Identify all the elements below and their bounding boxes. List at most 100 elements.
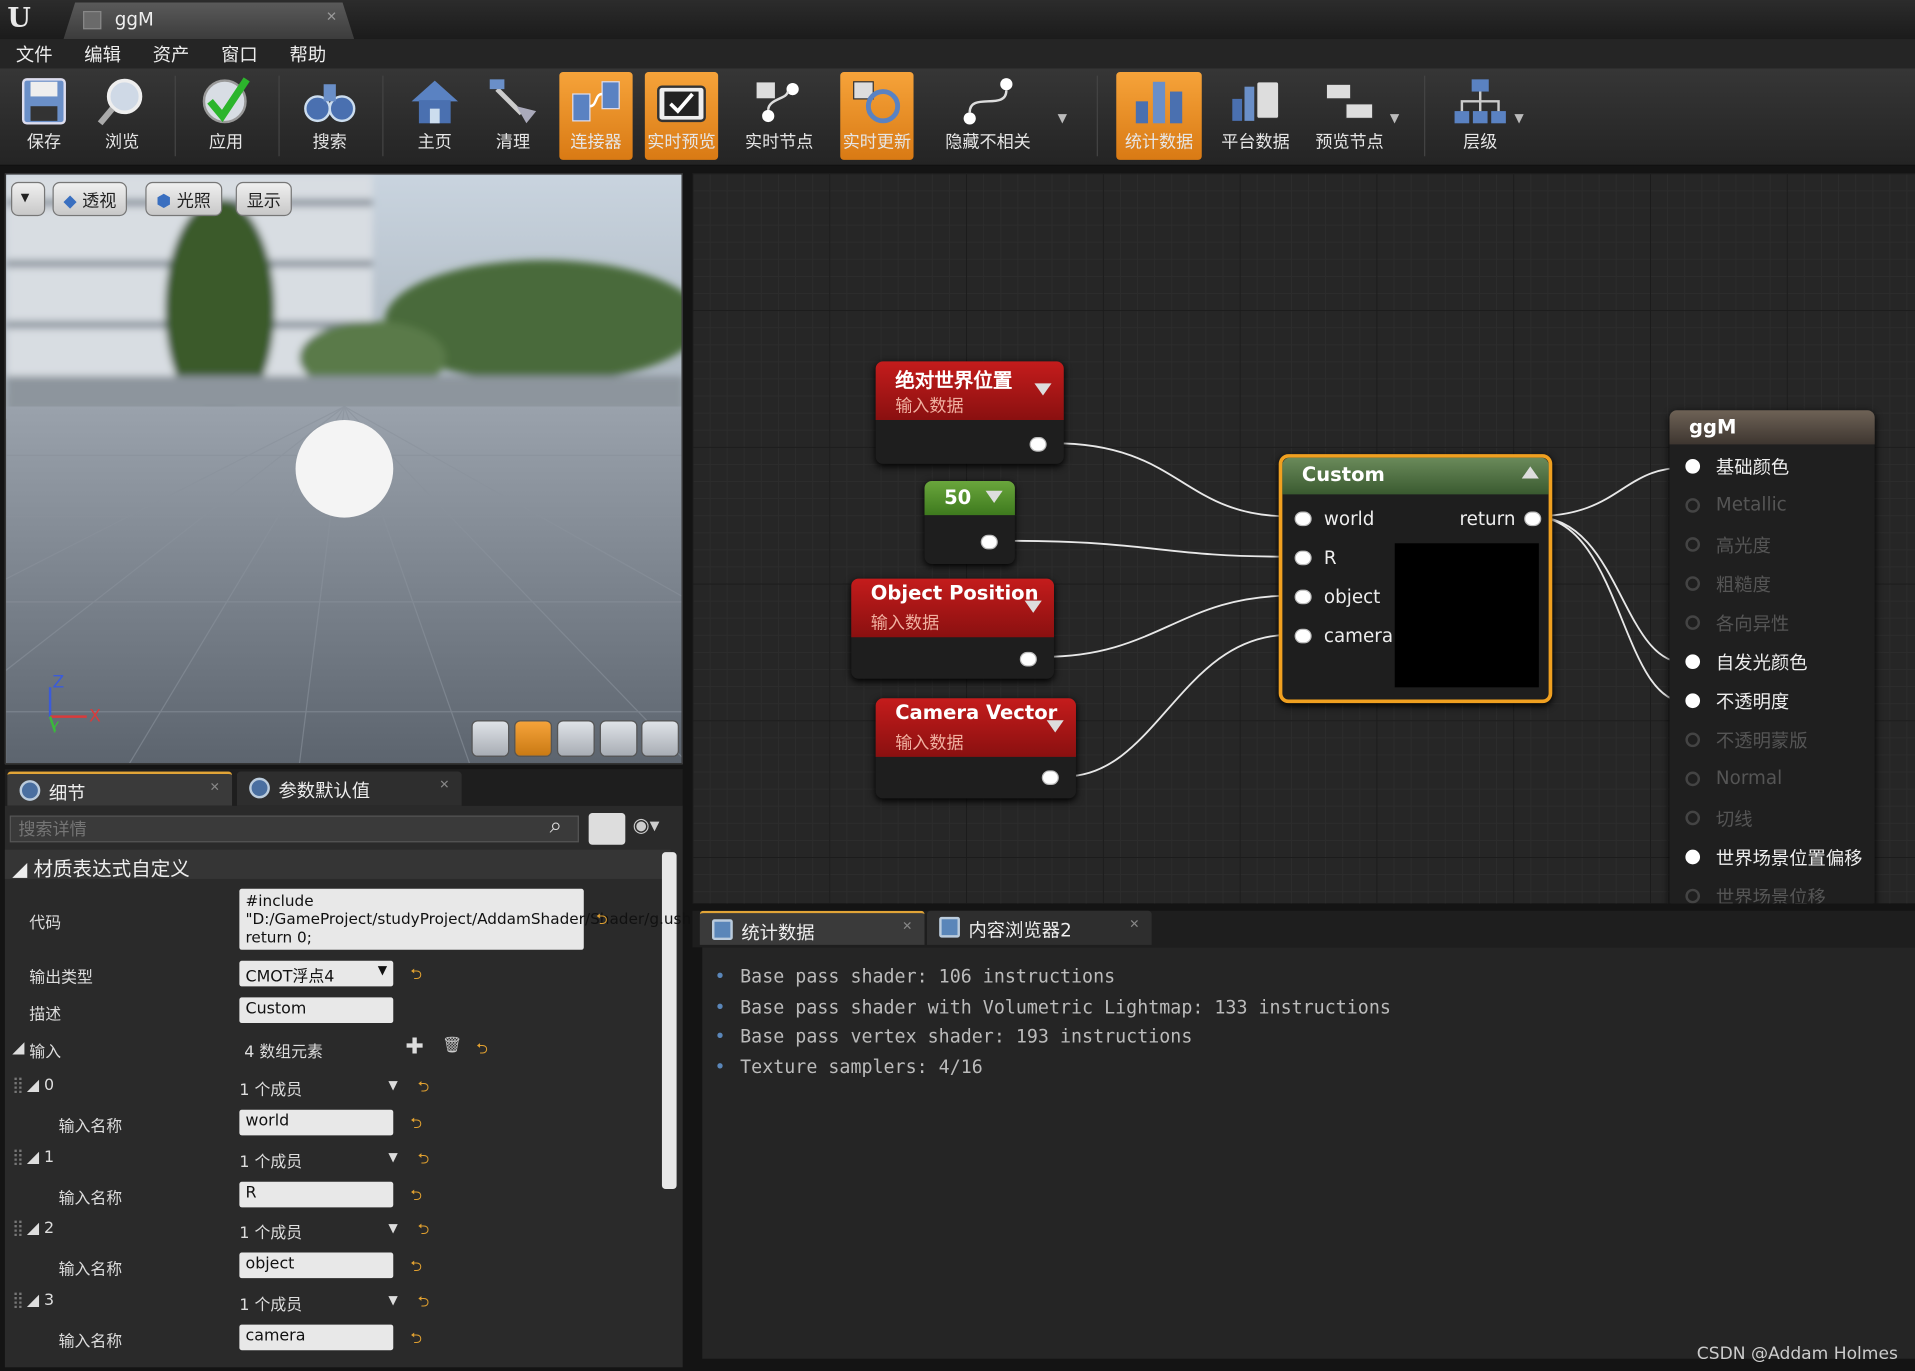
reset-icon[interactable]: ⮌ <box>410 1112 422 1138</box>
drag-handle-icon[interactable]: ⣿ <box>12 1077 24 1095</box>
reset-icon[interactable]: ⮌ <box>418 1290 430 1316</box>
reset-icon[interactable]: ⮌ <box>410 963 422 989</box>
chevron-down-icon[interactable]: ▼ <box>388 1079 397 1092</box>
material-graph[interactable]: 绝对世界位置 输入数据 50 Object Position 输入数据 Camera… <box>692 173 1915 904</box>
expand-arrow-icon[interactable] <box>1046 720 1064 733</box>
absolute-world-position-node[interactable]: 绝对世界位置 输入数据 <box>875 361 1064 464</box>
collapse-arrow-icon[interactable] <box>1521 466 1539 479</box>
result-input-pin[interactable] <box>1685 537 1701 552</box>
save-button[interactable]: 保存 <box>7 72 80 160</box>
viewport-options-button[interactable]: ▾ <box>10 181 46 217</box>
preview-node-button[interactable]: 预览节点 <box>1309 72 1390 160</box>
home-button[interactable]: 主页 <box>398 72 471 160</box>
result-input-pin[interactable] <box>1685 693 1701 709</box>
tab-content-browser[interactable]: 内容浏览器2 ✕ <box>926 910 1152 945</box>
reset-icon[interactable]: ⮌ <box>418 1148 430 1174</box>
input-name-field[interactable]: object <box>239 1252 394 1279</box>
result-input-pin[interactable] <box>1685 498 1701 513</box>
menu-help[interactable]: 帮助 <box>274 39 342 68</box>
menu-file[interactable]: 文件 <box>0 39 68 68</box>
perspective-button[interactable]: ◆ 透视 <box>52 181 128 217</box>
output-pin[interactable] <box>1019 651 1037 667</box>
tab-details[interactable]: 细节 ✕ <box>7 771 233 806</box>
platform-stats-button[interactable]: 平台数据 <box>1216 72 1294 160</box>
connectors-button[interactable]: 连接器 <box>559 72 633 160</box>
code-field[interactable]: #include "D:/GameProject/studyProject/Ad… <box>239 888 698 950</box>
input-pin-world[interactable] <box>1294 511 1312 527</box>
hide-unrelated-button[interactable]: 隐藏不相关 <box>940 72 1035 160</box>
custom-node[interactable]: Custom world R object camera return <box>1278 454 1553 704</box>
live-nodes-button[interactable]: 实时节点 <box>743 72 816 160</box>
output-type-select[interactable]: CMOT浮点4 ▼ <box>239 960 394 987</box>
cylinder-preview-icon[interactable] <box>471 720 510 757</box>
search-button[interactable]: 搜索 <box>293 72 366 160</box>
result-input-pin[interactable] <box>1685 810 1701 826</box>
input-name-field[interactable]: R <box>239 1181 394 1208</box>
stats-button[interactable]: 统计数据 <box>1116 72 1202 160</box>
close-icon[interactable]: ✕ <box>210 781 220 794</box>
apply-button[interactable]: 应用 <box>189 72 262 160</box>
input-pin-camera[interactable] <box>1294 628 1312 644</box>
output-pin[interactable] <box>1041 770 1059 785</box>
input-pin-r[interactable] <box>1294 550 1312 566</box>
drag-handle-icon[interactable]: ⣿ <box>12 1149 24 1167</box>
close-icon[interactable]: ✕ <box>1129 918 1139 931</box>
chevron-down-icon[interactable]: ▼ <box>1514 112 1523 125</box>
result-input-pin[interactable] <box>1685 576 1701 591</box>
cube-preview-icon[interactable] <box>599 720 638 757</box>
camera-vector-node[interactable]: Camera Vector 输入数据 <box>875 698 1076 799</box>
collapse-triangle-icon[interactable]: ◢ <box>27 1149 39 1167</box>
menu-window[interactable]: 窗口 <box>205 39 273 68</box>
output-pin-return[interactable] <box>1524 511 1542 527</box>
close-icon[interactable]: ✕ <box>326 9 337 25</box>
result-input-pin[interactable] <box>1685 888 1701 904</box>
input-name-field[interactable]: camera <box>239 1324 394 1351</box>
live-preview-button[interactable]: 实时预览 <box>644 72 719 160</box>
menu-asset[interactable]: 资产 <box>137 39 205 68</box>
chevron-down-icon[interactable]: ▼ <box>1058 112 1067 125</box>
chevron-down-icon[interactable]: ▼ <box>388 1294 397 1307</box>
document-tab[interactable]: ggM ✕ <box>63 2 355 40</box>
sphere-preview-icon[interactable] <box>514 720 553 757</box>
search-details-input[interactable] <box>9 815 579 843</box>
result-input-pin[interactable] <box>1685 654 1701 669</box>
add-element-icon[interactable]: ✚ <box>405 1034 423 1060</box>
reset-icon[interactable]: ⮌ <box>410 1184 422 1210</box>
reset-icon[interactable]: ⮌ <box>596 908 608 934</box>
reset-icon[interactable]: ⮌ <box>418 1076 430 1102</box>
result-node[interactable]: ggM 基础颜色 Metallic 高光度 粗糙度 各向异性 自发光颜色 不透明度 不透明蒙版… <box>1669 410 1875 904</box>
collapse-triangle-icon[interactable]: ◢ <box>27 1292 39 1310</box>
drag-handle-icon[interactable]: ⣿ <box>12 1292 24 1310</box>
close-icon[interactable]: ✕ <box>439 779 449 792</box>
close-icon[interactable]: ✕ <box>902 920 912 933</box>
result-input-pin[interactable] <box>1685 459 1701 474</box>
result-input-pin[interactable] <box>1685 849 1701 865</box>
reset-icon[interactable]: ⮌ <box>476 1038 488 1064</box>
lighting-button[interactable]: ⬢ 光照 <box>145 181 222 217</box>
preview-viewport[interactable]: Z X Y ▾ ◆ 透视 ⬢ 光照 显示 <box>4 173 683 765</box>
reset-icon[interactable]: ⮌ <box>418 1218 430 1244</box>
output-pin[interactable] <box>980 534 998 550</box>
collapse-triangle-icon[interactable]: ◢ <box>12 1039 24 1057</box>
output-pin[interactable] <box>1029 437 1047 452</box>
eye-icon[interactable]: ◉▾ <box>633 813 660 836</box>
description-field[interactable]: Custom <box>239 997 394 1024</box>
category-header[interactable]: ◢ 材质表达式自定义 <box>4 849 671 880</box>
browse-button[interactable]: 浏览 <box>85 72 158 160</box>
result-input-pin[interactable] <box>1685 615 1701 630</box>
reset-icon[interactable]: ⮌ <box>410 1255 422 1281</box>
hierarchy-button[interactable]: 层级 <box>1444 72 1517 160</box>
live-update-button[interactable]: 实时更新 <box>840 72 914 160</box>
reset-icon[interactable]: ⮌ <box>410 1327 422 1353</box>
object-position-node[interactable]: Object Position 输入数据 <box>851 578 1054 679</box>
menu-edit[interactable]: 编辑 <box>68 39 136 68</box>
collapse-triangle-icon[interactable]: ◢ <box>27 1077 39 1095</box>
input-name-field[interactable]: world <box>239 1109 394 1136</box>
chevron-down-icon[interactable]: ▼ <box>388 1222 397 1235</box>
expand-arrow-icon[interactable] <box>1024 600 1042 613</box>
chevron-down-icon[interactable]: ▼ <box>1390 112 1399 125</box>
constant-node[interactable]: 50 <box>924 480 1015 565</box>
clean-button[interactable]: 清理 <box>476 72 549 160</box>
chevron-down-icon[interactable]: ▼ <box>388 1151 397 1164</box>
input-pin-object[interactable] <box>1294 589 1312 605</box>
